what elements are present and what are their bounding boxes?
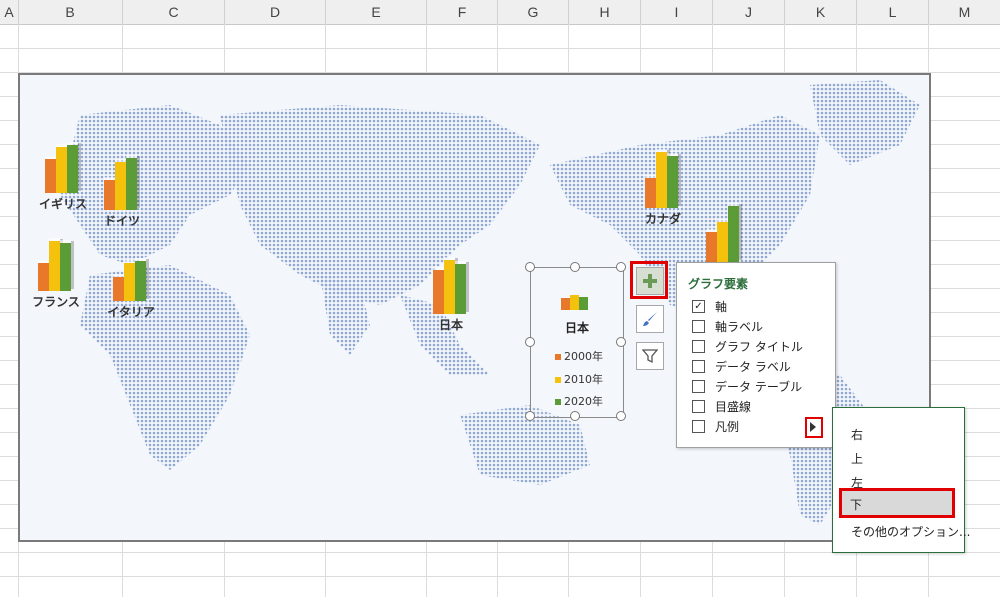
option-data-table[interactable]: データ テーブル: [692, 378, 802, 396]
checkbox-data-labels[interactable]: [692, 360, 705, 373]
column-header-f[interactable]: F: [427, 0, 498, 24]
resize-handle-nw[interactable]: [525, 262, 535, 272]
checkbox-gridlines[interactable]: [692, 400, 705, 413]
column-header-h[interactable]: H: [569, 0, 641, 24]
column-header-d[interactable]: D: [225, 0, 326, 24]
country-label: ドイツ: [103, 214, 140, 228]
legend-entry-2020: 2020年: [555, 393, 603, 409]
country-chart-france[interactable]: フランス: [31, 238, 81, 310]
option-axes[interactable]: ✓ 軸: [692, 298, 727, 316]
checkbox-legend[interactable]: [692, 420, 705, 433]
country-chart-canada[interactable]: カナダ: [638, 149, 688, 227]
column-header-b[interactable]: B: [18, 0, 123, 24]
column-header-l[interactable]: L: [857, 0, 929, 24]
legend-entry-2010: 2010年: [555, 371, 603, 387]
elements-button-highlight: [630, 261, 668, 299]
selected-chart-bars: [559, 292, 593, 310]
chart-elements-title: グラフ要素: [688, 277, 749, 291]
resize-handle-n[interactable]: [570, 262, 580, 272]
option-legend[interactable]: 凡例: [692, 418, 739, 436]
option-data-labels[interactable]: データ ラベル: [692, 358, 791, 376]
country-chart-italy[interactable]: イタリア: [103, 251, 159, 320]
chevron-right-icon: [810, 422, 816, 432]
column-header-bar: A B C D E F G H I J K L M: [0, 0, 1000, 25]
funnel-icon: [642, 349, 658, 364]
brush-icon: [643, 312, 657, 326]
resize-handle-e[interactable]: [616, 337, 626, 347]
menu-item-top[interactable]: 上: [851, 450, 863, 467]
checkbox-data-table[interactable]: [692, 380, 705, 393]
chart-styles-button[interactable]: [636, 305, 664, 333]
option-chart-title[interactable]: グラフ タイトル: [692, 338, 803, 356]
country-label: カナダ: [644, 212, 681, 226]
legend-submenu-arrow-button[interactable]: [805, 417, 823, 438]
selected-chart-frame[interactable]: 日本 2000年 2010年 2020年: [530, 267, 624, 418]
country-label: 日本: [438, 318, 463, 332]
resize-handle-ne[interactable]: [616, 262, 626, 272]
country-label: イタリア: [107, 305, 155, 319]
resize-handle-s[interactable]: [570, 411, 580, 421]
column-header-m[interactable]: M: [929, 0, 1000, 24]
column-header-e[interactable]: E: [326, 0, 427, 24]
column-header-j[interactable]: J: [713, 0, 785, 24]
column-header-g[interactable]: G: [498, 0, 569, 24]
country-chart-germany[interactable]: ドイツ: [97, 155, 147, 229]
checkbox-axis-titles[interactable]: [692, 320, 705, 333]
column-header-a[interactable]: A: [0, 0, 19, 24]
country-chart-usa-partial[interactable]: [701, 203, 747, 262]
column-header-c[interactable]: C: [123, 0, 225, 24]
column-header-k[interactable]: K: [785, 0, 857, 24]
resize-handle-w[interactable]: [525, 337, 535, 347]
option-gridlines[interactable]: 目盛線: [692, 398, 751, 416]
resize-handle-sw[interactable]: [525, 411, 535, 421]
menu-item-bottom[interactable]: 下: [839, 488, 955, 518]
resize-handle-se[interactable]: [616, 411, 626, 421]
menu-item-bottom-label: 下: [850, 498, 863, 512]
checkbox-axes[interactable]: ✓: [692, 300, 705, 313]
legend-entry-2000: 2000年: [555, 348, 603, 364]
menu-item-more-options[interactable]: その他のオプション...: [851, 523, 970, 540]
option-axis-titles[interactable]: 軸ラベル: [692, 318, 763, 336]
country-chart-uk[interactable]: イギリス: [38, 142, 88, 212]
country-label: イギリス: [38, 197, 87, 211]
menu-item-right[interactable]: 右: [851, 426, 863, 443]
legend-position-submenu: 右 上 左 その他のオプション...: [832, 407, 970, 553]
checkbox-chart-title[interactable]: [692, 340, 705, 353]
country-label: フランス: [32, 295, 80, 309]
column-header-i[interactable]: I: [641, 0, 713, 24]
selected-chart-title: 日本: [564, 321, 589, 335]
country-chart-japan[interactable]: 日本: [427, 257, 475, 333]
chart-filters-button[interactable]: [636, 342, 664, 370]
